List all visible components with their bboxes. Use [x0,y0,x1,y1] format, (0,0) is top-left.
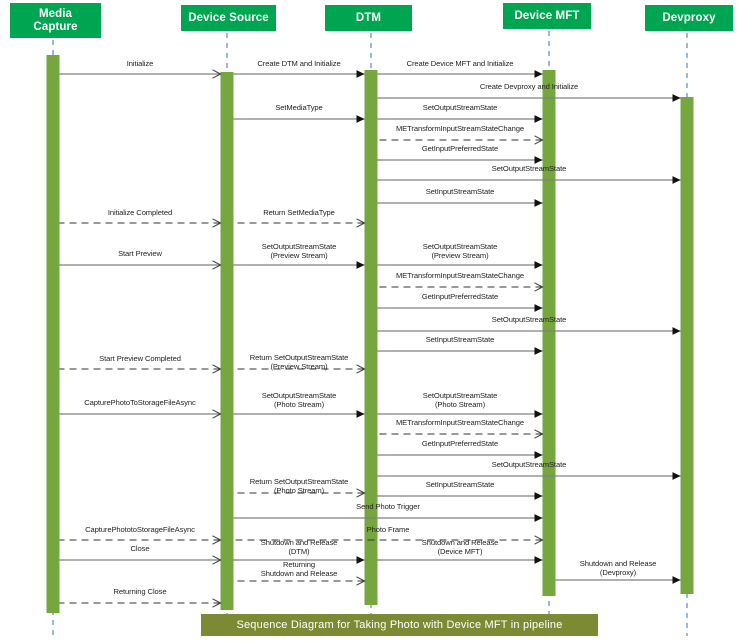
sequence-diagram: Media Capture Device Source DTM Device MFT D… [0,0,740,643]
diagram-caption: Sequence Diagram for Taking Photo with D… [201,614,598,636]
activation-bar-devproxy [680,97,694,594]
diagram-canvas [46,31,694,636]
actor-header-device-mft[interactable]: Device MFT [503,3,591,29]
activation-bar-device-mft [542,70,556,596]
activation-group [46,55,694,613]
actor-header-device-source[interactable]: Device Source [181,5,276,31]
actor-header-dtm[interactable]: DTM [325,5,412,31]
activation-bar-device-source [220,72,234,610]
activation-bar-media-capture [46,55,60,613]
activation-bar-dtm [364,70,378,605]
actor-header-devproxy[interactable]: Devproxy [645,5,733,31]
actor-header-media-capture[interactable]: Media Capture [10,3,101,38]
